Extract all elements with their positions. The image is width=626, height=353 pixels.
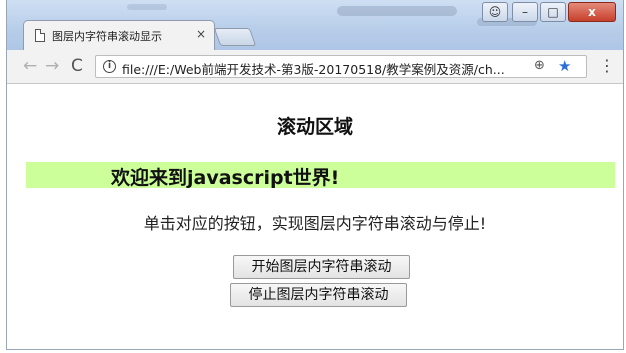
maximize-icon: □ <box>547 5 559 19</box>
browser-window: 图层内字符串滚动显示 × ☺ – □ x ← → C i file:///E:/… <box>6 0 624 350</box>
forward-arrow-icon[interactable]: → <box>45 56 59 76</box>
menu-icon[interactable]: ⋮ <box>599 56 615 76</box>
close-icon: x <box>588 5 596 19</box>
background-blur <box>127 4 167 10</box>
minimize-button[interactable]: – <box>512 2 538 22</box>
tab-title: 图层内字符串滚动显示 <box>52 30 162 43</box>
tab-close-icon[interactable]: × <box>196 27 206 41</box>
url-text[interactable]: file:///E:/Web前端开发技术-第3版-20170518/教学案例及资… <box>122 59 505 78</box>
tab-active[interactable]: 图层内字符串滚动显示 × <box>23 20 215 50</box>
scrolling-text: 欢迎来到javascript世界! <box>111 167 340 189</box>
page-heading: 滚动区域 <box>276 116 353 138</box>
maximize-button[interactable]: □ <box>540 2 566 22</box>
bookmark-star-icon[interactable]: ★ <box>558 57 571 75</box>
stop-scroll-button[interactable]: 停止图层内字符串滚动 <box>230 283 407 307</box>
instruction-text: 单击对应的按钮，实现图层内字符串滚动与停止! <box>143 214 487 233</box>
page-content: 滚动区域 欢迎来到javascript世界! 单击对应的按钮，实现图层内字符串滚… <box>7 84 623 349</box>
page-icon <box>35 29 45 42</box>
zoom-icon[interactable]: ⊕ <box>534 58 545 73</box>
browser-toolbar: ← → C i file:///E:/Web前端开发技术-第3版-2017051… <box>7 50 623 84</box>
reload-icon[interactable]: C <box>71 56 83 76</box>
back-arrow-icon[interactable]: ← <box>23 56 37 76</box>
title-bar: 图层内字符串滚动显示 × ☺ – □ x <box>7 0 623 50</box>
new-tab-button[interactable] <box>213 28 257 46</box>
background-blur <box>337 6 457 16</box>
minimize-icon: – <box>522 5 528 19</box>
start-scroll-button[interactable]: 开始图层内字符串滚动 <box>233 255 410 279</box>
scroll-layer: 欢迎来到javascript世界! <box>26 162 615 189</box>
info-icon[interactable]: i <box>103 60 116 73</box>
address-bar[interactable]: i file:///E:/Web前端开发技术-第3版-20170518/教学案例… <box>95 55 587 78</box>
close-button[interactable]: x <box>568 2 616 22</box>
user-button[interactable]: ☺ <box>482 2 508 22</box>
user-icon: ☺ <box>488 5 502 19</box>
